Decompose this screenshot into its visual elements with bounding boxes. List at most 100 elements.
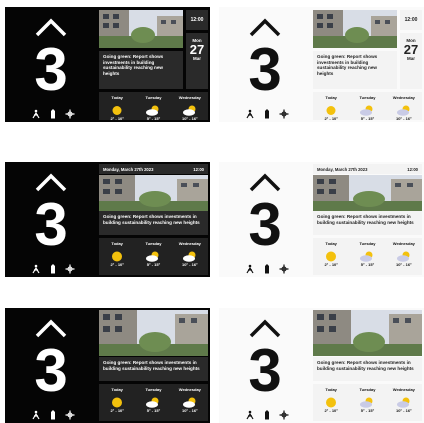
forecast-day: Today 2° - 10° xyxy=(99,384,135,421)
battery-icon xyxy=(262,261,272,274)
floor-indicator: 3 xyxy=(219,308,311,423)
forecast-day: Tuesday 5° - 15° xyxy=(135,92,171,121)
forecast-day: Tuesday 5° - 15° xyxy=(349,238,385,275)
forecast-day-label: Today xyxy=(111,241,123,246)
display-panel-dark-b: 3 Monday, March 27th 2023 12:00 Going gr… xyxy=(5,162,210,277)
floor-number: 3 xyxy=(248,191,282,258)
forecast-temp: 5° - 15° xyxy=(360,116,375,121)
date-display: Mon 27 Mar xyxy=(186,33,208,89)
date-day: 27 xyxy=(189,42,205,57)
partly-cloudy-icon xyxy=(359,103,375,116)
forecast-day: Wednesday 10° - 16° xyxy=(386,92,422,121)
date-time-bar: Monday, March 27th 2023 12:00 xyxy=(313,164,422,174)
battery-icon xyxy=(48,261,58,274)
battery-icon xyxy=(262,106,272,119)
up-arrow-icon xyxy=(248,172,282,192)
info-area: Monday, March 27th 2023 12:00 Going gree… xyxy=(311,162,424,277)
news-photo xyxy=(99,175,208,211)
forecast-temp: 5° - 15° xyxy=(146,116,161,121)
status-icons xyxy=(245,260,289,274)
forecast-day-label: Tuesday xyxy=(359,241,376,246)
display-panel-dark-a: 3 Going green: Report shows investments … xyxy=(5,7,210,122)
weather-forecast: Today 2° - 10° Tuesday 5° - 15° Wednesda… xyxy=(99,384,208,421)
forecast-day-label: Wednesday xyxy=(178,95,201,100)
time-text: 12:00 xyxy=(407,166,418,172)
forecast-temp: 10° - 16° xyxy=(181,408,198,413)
accessibility-icon xyxy=(31,261,41,274)
weather-forecast: Today 2° - 10° Tuesday 5° - 15° Wednesda… xyxy=(313,92,422,121)
partly-cloudy-icon xyxy=(145,395,161,408)
news-photo xyxy=(99,310,208,356)
move-icon xyxy=(65,407,75,420)
forecast-temp: 10° - 16° xyxy=(395,116,412,121)
forecast-day: Tuesday 5° - 15° xyxy=(135,238,171,275)
forecast-day-label: Today xyxy=(111,387,123,392)
floor-indicator: 3 xyxy=(5,162,97,277)
forecast-day-label: Today xyxy=(325,387,337,392)
partly-cloudy-icon xyxy=(182,103,198,116)
up-arrow-icon xyxy=(248,318,282,338)
accessibility-icon xyxy=(31,106,41,119)
forecast-temp: 10° - 16° xyxy=(181,116,198,121)
display-panel-dark-c: 3 Going green: Report shows investments … xyxy=(5,308,210,423)
forecast-day: Tuesday 5° - 15° xyxy=(349,384,385,421)
weather-forecast: Today 2° - 10° Tuesday 5° - 15° Wednesda… xyxy=(99,92,208,121)
up-arrow-icon xyxy=(34,17,68,37)
forecast-day: Wednesday 10° - 16° xyxy=(386,384,422,421)
up-arrow-icon xyxy=(248,17,282,37)
forecast-day-label: Tuesday xyxy=(359,387,376,392)
floor-indicator: 3 xyxy=(5,308,97,423)
up-arrow-icon xyxy=(34,172,68,192)
forecast-temp: 10° - 16° xyxy=(395,408,412,413)
forecast-day-label: Wednesday xyxy=(392,241,415,246)
floor-indicator: 3 xyxy=(219,7,311,122)
forecast-day: Tuesday 5° - 15° xyxy=(135,384,171,421)
display-panel-light-a: 3 Going green: Report shows investments … xyxy=(219,7,424,122)
display-panel-light-c: 3 Going green: Report shows investments … xyxy=(219,308,424,423)
accessibility-icon xyxy=(245,261,255,274)
info-area: Going green: Report shows investments in… xyxy=(311,308,424,423)
forecast-day: Today 2° - 10° xyxy=(313,238,349,275)
weather-forecast: Today 2° - 10° Tuesday 5° - 15° Wednesda… xyxy=(99,238,208,275)
accessibility-icon xyxy=(245,106,255,119)
forecast-day: Today 2° - 10° xyxy=(313,384,349,421)
partly-cloudy-icon xyxy=(145,249,161,262)
accessibility-icon xyxy=(31,407,41,420)
move-icon xyxy=(65,261,75,274)
status-icons xyxy=(31,406,75,420)
floor-number: 3 xyxy=(34,337,68,404)
info-area: Going green: Report shows investments in… xyxy=(97,7,210,122)
forecast-day-label: Wednesday xyxy=(178,387,201,392)
status-icons xyxy=(245,105,289,119)
forecast-day-label: Today xyxy=(325,95,337,100)
accessibility-icon xyxy=(245,407,255,420)
news-headline: Going green: Report shows investments in… xyxy=(99,51,183,89)
news-photo xyxy=(313,310,422,356)
forecast-temp: 5° - 15° xyxy=(360,408,375,413)
forecast-day: Today 2° - 10° xyxy=(99,92,135,121)
weather-forecast: Today 2° - 10° Tuesday 5° - 15° Wednesda… xyxy=(313,384,422,421)
date-text: Monday, March 27th 2023 xyxy=(317,166,368,172)
forecast-day-label: Today xyxy=(111,95,123,100)
forecast-day: Wednesday 10° - 16° xyxy=(172,384,208,421)
floor-number: 3 xyxy=(34,191,68,258)
news-photo xyxy=(313,10,397,48)
forecast-day-label: Tuesday xyxy=(145,95,162,100)
partly-cloudy-icon xyxy=(182,249,198,262)
forecast-temp: 2° - 10° xyxy=(110,408,124,413)
date-display: Mon 27 Mar xyxy=(400,33,422,89)
forecast-day-label: Wednesday xyxy=(178,241,201,246)
sun-icon xyxy=(323,103,339,115)
info-area: Going green: Report shows investments in… xyxy=(97,308,210,423)
floor-indicator: 3 xyxy=(5,7,97,122)
forecast-day-label: Today xyxy=(325,241,337,246)
date-time-bar: Monday, March 27th 2023 12:00 xyxy=(99,164,208,174)
forecast-day: Wednesday 10° - 16° xyxy=(386,238,422,275)
forecast-temp: 5° - 15° xyxy=(146,262,161,267)
sun-icon xyxy=(109,395,125,408)
forecast-temp: 5° - 15° xyxy=(146,408,161,413)
weather-forecast: Today 2° - 10° Tuesday 5° - 15° Wednesda… xyxy=(313,238,422,275)
move-icon xyxy=(65,106,75,119)
forecast-temp: 2° - 10° xyxy=(324,116,338,121)
forecast-day-label: Wednesday xyxy=(392,387,415,392)
